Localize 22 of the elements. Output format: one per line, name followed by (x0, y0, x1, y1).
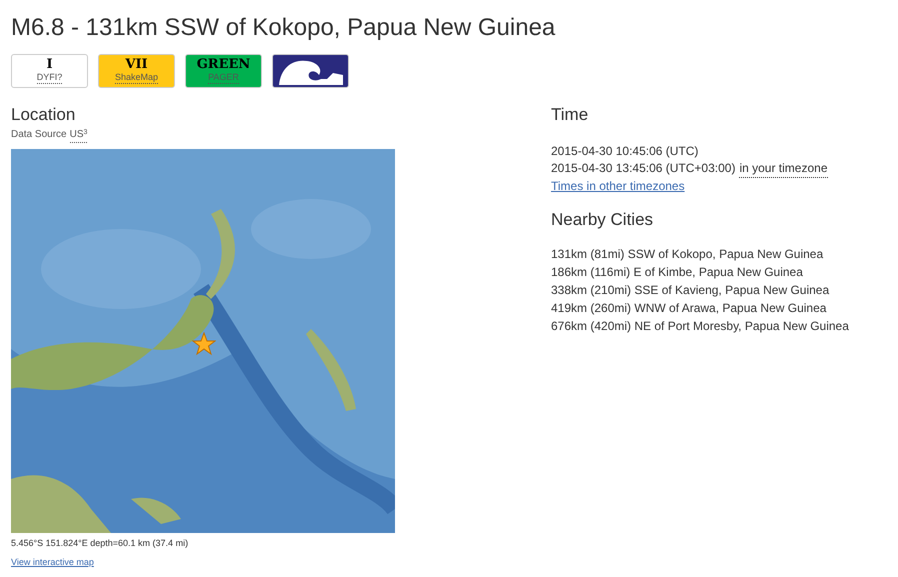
nearby-city: 131km (81mi) SSW of Kokopo, Papua New Guinea (551, 246, 824, 263)
summary-badge[interactable]: GREEN PAGER (185, 54, 262, 88)
timezone-note: in your timezone (739, 160, 828, 178)
summary-badge[interactable]: VII ShakeMap (98, 54, 175, 88)
utc-time: 2015-04-30 10:45:06 (UTC) (551, 143, 700, 160)
section-heading: Location (11, 104, 76, 126)
section-heading: Time (551, 104, 590, 126)
data-source-label: Data Source (11, 128, 67, 142)
local-time: 2015-04-30 13:45:06 (UTC+03:00) (551, 160, 736, 177)
section-heading: Nearby Cities (551, 209, 654, 231)
nearby-city: 186km (116mi) E of Kimbe, Papua New Guinea (551, 264, 804, 281)
data-source-link[interactable]: US$^{3}$ (70, 128, 88, 143)
tsunami-badge[interactable] (272, 54, 349, 88)
coordinates-text: 5.456°S 151.824°E depth=60.1 km (37.4 mi) (11, 537, 190, 549)
timezones-link[interactable]: Times in other timezones (551, 179, 685, 193)
summary-badge[interactable]: I DYFI? (11, 54, 88, 88)
nearby-city: 676km (420mi) NE of Port Moresby, Papua New Guinea (551, 318, 849, 335)
nearby-city: 419km (260mi) WNW of Arawa, Papua New Guinea (551, 300, 828, 317)
page-title: M6.8 - 131km SSW of Kokopo, Papua New Guinea (11, 13, 556, 43)
star-icon (192, 332, 216, 356)
interactive-map-link[interactable]: View interactive map (11, 557, 94, 567)
nearby-city: 338km (210mi) SSE of Kavieng, Papua New Guinea (551, 282, 830, 299)
